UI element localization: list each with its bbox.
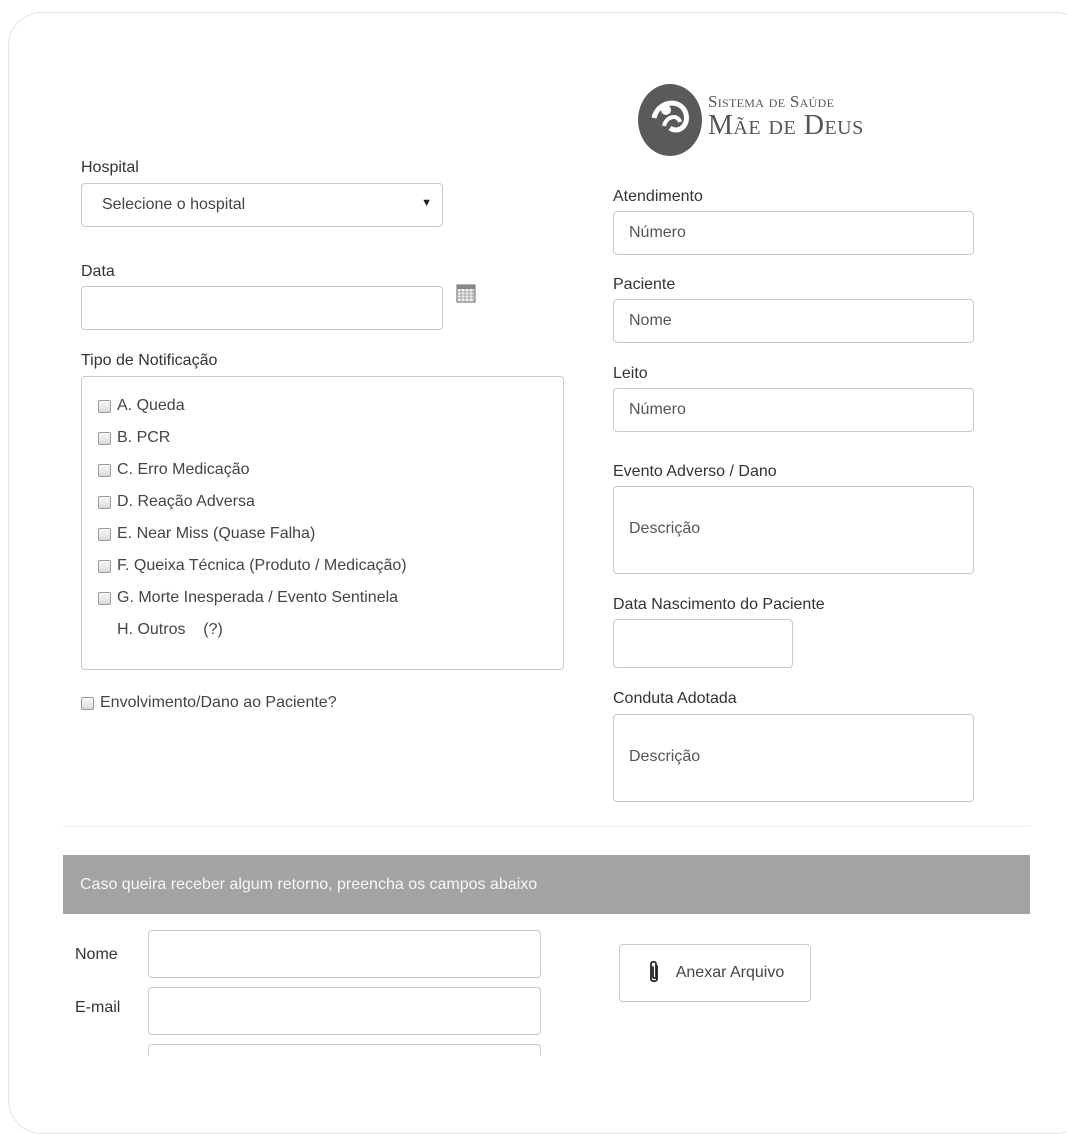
logo-line2: Mãe de Deus bbox=[708, 110, 864, 141]
nome-label: Nome bbox=[75, 946, 118, 963]
leito-label: Leito bbox=[613, 365, 648, 382]
nome-input[interactable] bbox=[148, 930, 541, 978]
checkbox[interactable] bbox=[81, 696, 94, 710]
option-near-miss[interactable]: E. Near Miss (Quase Falha) bbox=[98, 525, 315, 543]
data-nascimento-input[interactable] bbox=[613, 619, 793, 668]
checkbox[interactable] bbox=[98, 463, 111, 477]
checkbox[interactable] bbox=[98, 399, 111, 413]
checkbox[interactable] bbox=[98, 559, 111, 573]
checkbox[interactable] bbox=[98, 527, 111, 541]
option-reacao-adversa[interactable]: D. Reação Adversa bbox=[98, 493, 255, 511]
tipo-notificacao-list: A. Queda B. PCR C. Erro Medicação D. Rea… bbox=[81, 376, 564, 670]
paciente-input[interactable] bbox=[613, 299, 974, 343]
data-label: Data bbox=[81, 263, 115, 280]
option-queda[interactable]: A. Queda bbox=[98, 397, 185, 415]
option-outros[interactable]: H. Outros (?) bbox=[117, 621, 223, 639]
leito-input[interactable] bbox=[613, 388, 974, 432]
logo-emblem-icon bbox=[638, 84, 702, 156]
email-label: E-mail bbox=[75, 999, 121, 1016]
checkbox[interactable] bbox=[98, 591, 111, 605]
option-morte-inesperada[interactable]: G. Morte Inesperada / Evento Sentinela bbox=[98, 589, 398, 607]
hospital-select[interactable]: Selecione o hospital ▼ bbox=[81, 183, 443, 227]
email-input[interactable] bbox=[148, 987, 541, 1035]
tipo-notificacao-label: Tipo de Notificação bbox=[81, 352, 218, 369]
contact-banner-text: Caso queira receber algum retorno, preen… bbox=[80, 875, 538, 893]
envolvimento-checkbox-row[interactable]: Envolvimento/Dano ao Paciente? bbox=[81, 694, 337, 712]
hospital-label: Hospital bbox=[81, 159, 139, 176]
chevron-down-icon: ▼ bbox=[421, 197, 432, 209]
checkbox[interactable] bbox=[98, 431, 111, 445]
checkbox[interactable] bbox=[98, 495, 111, 509]
section-divider bbox=[63, 826, 1030, 827]
paperclip-icon bbox=[649, 960, 658, 983]
phone-input[interactable] bbox=[148, 1044, 541, 1056]
evento-adverso-textarea[interactable] bbox=[613, 486, 974, 574]
conduta-label: Conduta Adotada bbox=[613, 690, 737, 707]
attach-file-label: Anexar Arquivo bbox=[675, 964, 785, 981]
data-input[interactable] bbox=[81, 286, 443, 330]
attach-file-button[interactable]: Anexar Arquivo bbox=[619, 944, 811, 1002]
data-nascimento-label: Data Nascimento do Paciente bbox=[613, 596, 825, 613]
option-queixa-tecnica[interactable]: F. Queixa Técnica (Produto / Medicação) bbox=[98, 557, 407, 575]
option-erro-medicacao[interactable]: C. Erro Medicação bbox=[98, 461, 250, 479]
atendimento-label: Atendimento bbox=[613, 188, 703, 205]
logo-line1: Sistema de Saúde bbox=[708, 92, 835, 111]
atendimento-input[interactable] bbox=[613, 211, 974, 255]
option-pcr[interactable]: B. PCR bbox=[98, 429, 170, 447]
conduta-textarea[interactable] bbox=[613, 714, 974, 802]
paciente-label: Paciente bbox=[613, 276, 676, 293]
hospital-select-value: Selecione o hospital bbox=[102, 196, 246, 213]
calendar-icon[interactable] bbox=[456, 283, 476, 303]
envolvimento-label: Envolvimento/Dano ao Paciente? bbox=[100, 694, 337, 711]
evento-adverso-label: Evento Adverso / Dano bbox=[613, 463, 777, 480]
contact-banner: Caso queira receber algum retorno, preen… bbox=[63, 855, 1030, 914]
